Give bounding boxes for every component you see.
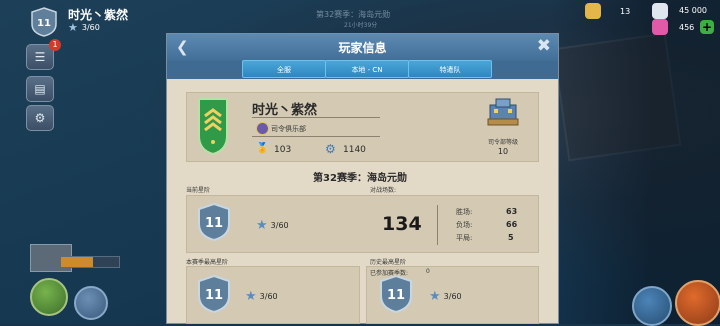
wins-label: 胜场:	[456, 208, 473, 216]
supply-progress-fill	[61, 257, 93, 267]
key-icon	[585, 3, 601, 19]
hud-rank-number: 11	[37, 18, 51, 29]
losses-value: 66	[506, 220, 518, 229]
hud-stars: ★ 3/60	[68, 21, 100, 34]
club-icon	[256, 122, 269, 135]
panel-header: ❮ 玩家信息 ✖	[167, 34, 558, 61]
key-count: 13	[620, 7, 631, 16]
stat-divider	[437, 205, 438, 245]
wins-value: 63	[506, 207, 518, 216]
headquarters-icon	[487, 98, 519, 126]
hud-stars-value: 3/60	[81, 23, 100, 32]
player-name: 时光丶紫然	[252, 103, 318, 118]
seasons-joined-value: 0	[426, 268, 430, 275]
season-title: 第32赛季：海岛元勋	[313, 173, 407, 184]
name-underline	[252, 117, 380, 118]
tab-local-cn[interactable]: 本地 - CN	[325, 60, 409, 78]
current-rank-shield-icon: 11	[198, 202, 230, 242]
history-best-rank-number: 11	[387, 288, 405, 303]
tab-task-force[interactable]: 特遣队	[408, 60, 492, 78]
draws-value: 5	[508, 233, 514, 242]
star-icon: ★	[256, 218, 268, 233]
history-best-stars: ★ 3/60	[429, 289, 462, 304]
season-best-shield-icon: 11	[198, 274, 230, 314]
current-stars-value: 3/60	[270, 221, 289, 230]
history-best-label: 历史最高星阶	[370, 259, 407, 266]
supply-progress	[60, 256, 120, 268]
battles-count: 134	[382, 213, 422, 235]
gear-icon: ⚙	[325, 142, 336, 156]
season-best-stars-value: 3/60	[259, 292, 278, 301]
hq-level: 10	[497, 147, 509, 156]
base-list-button[interactable]: ▤	[26, 76, 54, 102]
history-best-stars-value: 3/60	[443, 292, 462, 301]
inventory-button[interactable]	[632, 286, 672, 326]
gem-count: 456	[679, 23, 695, 32]
diamond-icon	[652, 3, 668, 19]
top-event-title: 第32赛季：海岛元勋	[316, 10, 391, 19]
background-shade	[550, 0, 720, 324]
map-button[interactable]	[30, 278, 68, 316]
current-stars: ★ 3/60	[256, 218, 289, 233]
current-rank-number: 11	[205, 216, 223, 231]
gem-icon	[652, 19, 668, 35]
losses-label: 负场:	[456, 221, 473, 229]
star-icon: ★	[68, 21, 78, 34]
season-best-stars: ★ 3/60	[245, 289, 278, 304]
season-best-label: 本赛季最高星阶	[186, 259, 229, 266]
top-event-timer: 21小时39分	[344, 22, 378, 29]
star-icon: ★	[245, 289, 257, 304]
season-best-rank-number: 11	[205, 288, 223, 303]
star-icon: ★	[429, 289, 441, 304]
tab-global[interactable]: 全服	[242, 60, 326, 78]
hq-level-label: 司令部等级	[487, 139, 518, 146]
settings-button[interactable]: ⚙	[26, 105, 54, 131]
medal-icon: 🏅	[256, 143, 269, 154]
current-rank-box	[186, 195, 539, 253]
medal-count: 103	[274, 145, 292, 155]
battles-label: 对战场数:	[370, 187, 397, 194]
club-underline	[252, 136, 380, 137]
club-name[interactable]: 司令俱乐部	[271, 124, 306, 134]
build-button[interactable]	[74, 286, 108, 320]
notification-badge: 1	[49, 39, 61, 51]
close-icon[interactable]: ✖	[537, 36, 551, 56]
add-gems-button[interactable]: +	[700, 20, 714, 34]
attack-button[interactable]	[675, 280, 720, 326]
parts-count: 1140	[343, 145, 366, 155]
current-rank-label: 当前星阶	[186, 187, 211, 194]
rank-badge-icon	[198, 98, 228, 156]
draws-label: 平局:	[456, 234, 473, 242]
hud-rank-shield-icon[interactable]: 11	[30, 7, 58, 37]
history-best-shield-icon: 11	[380, 274, 412, 314]
diamond-count: 45 000	[679, 6, 707, 15]
panel-title: 玩家信息	[338, 41, 387, 55]
